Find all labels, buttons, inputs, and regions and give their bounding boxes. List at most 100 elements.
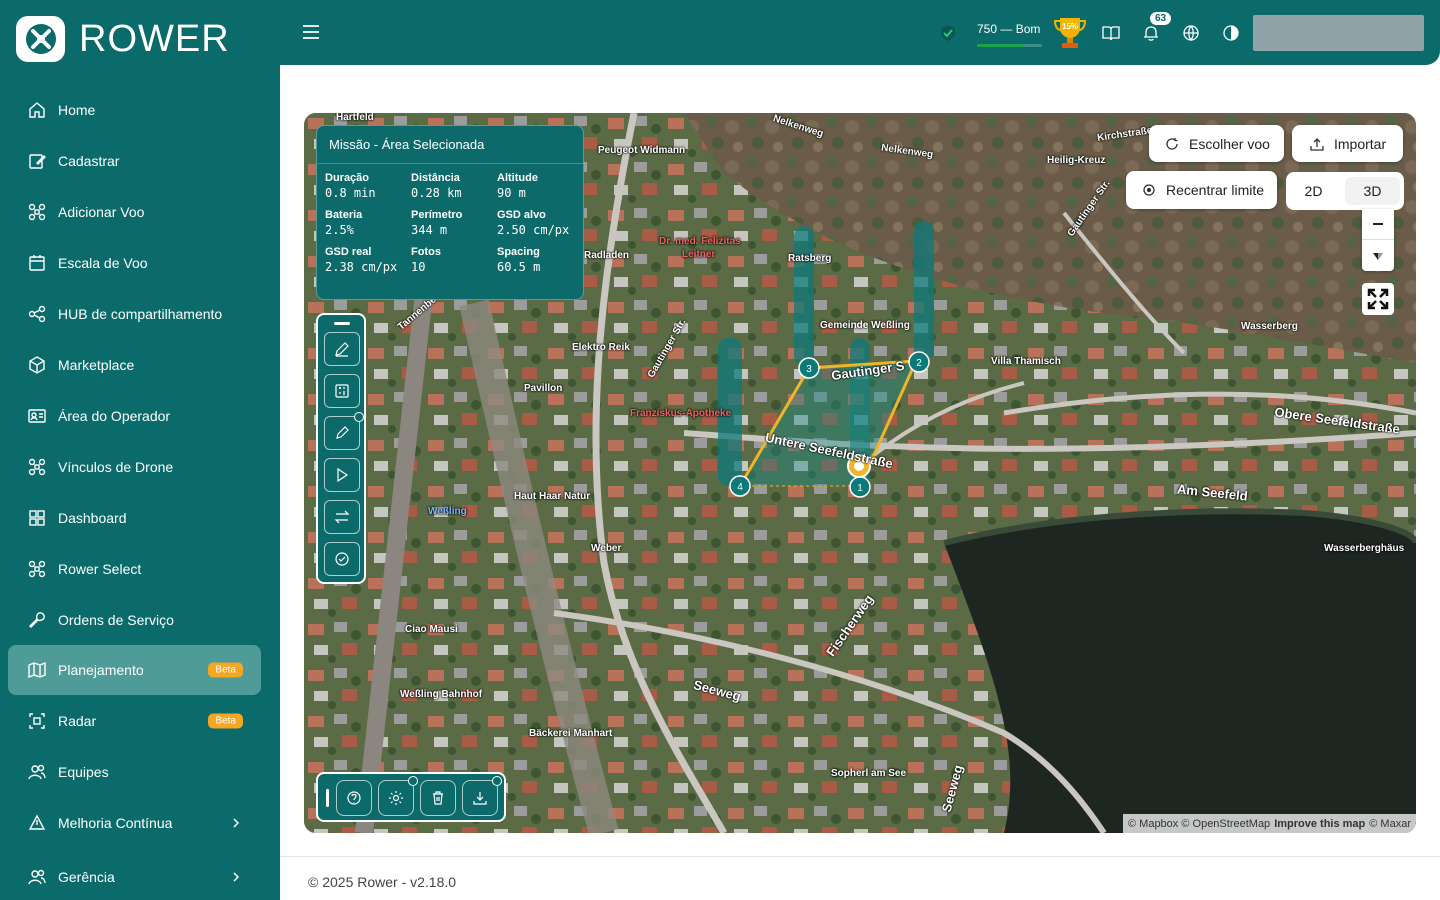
- stat-gsd-alvo: GSD alvo 2.50 cm/px: [497, 209, 587, 237]
- svg-text:4: 4: [737, 482, 743, 493]
- import-button[interactable]: Importar: [1292, 125, 1403, 162]
- sidebar-item-label: Cadastrar: [58, 152, 120, 169]
- menu-toggle-icon[interactable]: [302, 24, 320, 40]
- help-icon: [347, 791, 361, 805]
- waypoint-1[interactable]: 1: [849, 476, 871, 498]
- swap-tool-button[interactable]: [324, 500, 360, 534]
- map-label: Wasserberg: [1241, 321, 1298, 332]
- zoom-out-button[interactable]: [1362, 209, 1394, 240]
- brand-logo[interactable]: ROWER: [16, 15, 230, 63]
- verified-shield-icon[interactable]: [939, 24, 957, 42]
- sidebar-item-melhoria-continua[interactable]: Melhoria Contínua: [8, 797, 261, 848]
- confirm-tool-button[interactable]: [324, 542, 360, 576]
- map-label: Dr. med. Felizitas: [659, 236, 741, 247]
- sidebar-item-adicionar-voo[interactable]: Adicionar Voo: [8, 186, 261, 237]
- sidebar-item-radar[interactable]: Radar Beta: [8, 695, 261, 746]
- sidebar-item-marketplace[interactable]: Marketplace: [8, 339, 261, 390]
- osm-link[interactable]: © OpenStreetMap: [1181, 818, 1270, 830]
- page-footer: © 2025 Rower - v2.18.0: [280, 856, 1440, 900]
- map-label: Haut Haar Natur: [514, 491, 591, 502]
- stat-altitude: Altitude 90 m: [497, 172, 587, 200]
- choose-flight-button[interactable]: Escolher voo: [1149, 125, 1284, 162]
- waypoint-4[interactable]: 4: [729, 475, 751, 497]
- calculator-tool-button[interactable]: [324, 374, 360, 408]
- sidebar-item-area-operador[interactable]: Área do Operador: [8, 390, 261, 441]
- gear-icon: [389, 791, 403, 805]
- drag-handle[interactable]: [326, 789, 329, 807]
- fullscreen-button[interactable]: [1362, 283, 1394, 315]
- recenter-button[interactable]: Recentrar limite: [1126, 171, 1277, 209]
- sidebar-item-dashboard[interactable]: Dashboard: [8, 492, 261, 543]
- help-button[interactable]: [336, 780, 372, 816]
- drone-icon: [28, 560, 46, 578]
- mission-info-panel: Missão - Área Selecionada Duração 0.8 min…: [316, 125, 584, 300]
- sidebar-item-rower-select[interactable]: Rower Select: [8, 543, 261, 594]
- user-menu[interactable]: [1253, 15, 1424, 51]
- dashboard-icon: [28, 509, 46, 527]
- sidebar-item-home[interactable]: Home: [8, 84, 261, 135]
- pencil-icon: [335, 342, 349, 357]
- trash-icon: [433, 791, 443, 805]
- sidebar-item-gerencia[interactable]: Gerência: [8, 851, 261, 900]
- score-text[interactable]: 750 — Bom: [977, 22, 1040, 36]
- sidebar-item-label: Gerência: [58, 868, 115, 885]
- maxar-link[interactable]: © Maxar: [1369, 818, 1411, 830]
- trophy-label: 15%: [1062, 22, 1079, 31]
- stat-label: Bateria: [325, 209, 363, 221]
- recenter-label: Recentrar limite: [1166, 182, 1265, 198]
- sidebar-item-label: Área do Operador: [58, 407, 171, 424]
- drag-handle[interactable]: [334, 322, 350, 325]
- improve-icon: [28, 814, 46, 832]
- settings-button[interactable]: [378, 776, 418, 816]
- play-tool-button[interactable]: [324, 458, 360, 492]
- stat-value: 2.38 cm/px: [325, 260, 398, 274]
- book-icon[interactable]: [1102, 24, 1120, 42]
- map-label: Peugeot Widmann: [598, 145, 686, 156]
- sidebar-item-equipes[interactable]: Equipes: [8, 746, 261, 797]
- svg-text:2: 2: [916, 358, 922, 369]
- radar-icon: [28, 712, 46, 730]
- sidebar-item-label: Ordens de Serviço: [58, 611, 174, 628]
- delete-button[interactable]: [420, 780, 456, 816]
- compass-icon: [1373, 252, 1383, 260]
- drone-icon: [28, 203, 46, 221]
- map-icon: [28, 661, 46, 679]
- view-2d-button[interactable]: 2D: [1286, 183, 1341, 199]
- sidebar-item-escala-de-voo[interactable]: Escala de Voo: [8, 237, 261, 288]
- compass-button[interactable]: [1362, 240, 1394, 271]
- stat-label: Duração: [325, 172, 370, 184]
- edit-tool-button[interactable]: [324, 412, 364, 450]
- box-icon: [28, 355, 46, 374]
- stat-fotos: Fotos 10: [411, 246, 497, 274]
- sidebar-item-cadastrar[interactable]: Cadastrar: [8, 135, 261, 186]
- theme-toggle-icon[interactable]: [1222, 24, 1240, 42]
- sidebar-item-planejamento[interactable]: Planejamento Beta: [8, 645, 261, 695]
- globe-icon[interactable]: [1182, 24, 1200, 42]
- bell-icon[interactable]: [1142, 24, 1160, 42]
- map-label: Weßling: [428, 506, 467, 517]
- notification-count-badge: 63: [1149, 11, 1173, 26]
- download-button[interactable]: [462, 776, 502, 816]
- map-label: Wasserberghäus: [1324, 543, 1405, 554]
- mapbox-link[interactable]: © Mapbox: [1128, 818, 1178, 830]
- chevron-right-icon: [233, 871, 240, 882]
- zoom-controls: [1362, 209, 1394, 271]
- improve-map-link[interactable]: Improve this map: [1274, 818, 1365, 830]
- beta-badge: Beta: [208, 662, 243, 678]
- waypoint-3[interactable]: 3: [798, 357, 820, 379]
- sidebar-item-vinculos-drone[interactable]: Vínculos de Drone: [8, 441, 261, 492]
- trophy-icon[interactable]: 15%: [1050, 12, 1090, 52]
- mission-map[interactable]: 1 2 3 4 Hartfeld Nelkenweg Nelkenweg Kir…: [304, 113, 1416, 833]
- play-icon: [337, 467, 349, 483]
- sidebar-item-label: Radar: [58, 712, 97, 729]
- sidebar-item-hub[interactable]: HUB de compartilhamento: [8, 288, 261, 339]
- sidebar-item-ordens-servico[interactable]: Ordens de Serviço: [8, 594, 261, 645]
- draw-tool-button[interactable]: [324, 332, 360, 366]
- waypoint-2[interactable]: 2: [908, 351, 930, 373]
- download-icon: [473, 792, 487, 805]
- sidebar-item-label: Vínculos de Drone: [58, 458, 174, 475]
- rower-logo-icon: [16, 16, 65, 62]
- view-3d-button[interactable]: 3D: [1345, 177, 1400, 205]
- sidebar-item-label: Melhoria Contínua: [58, 814, 173, 831]
- drawing-toolbar: [316, 313, 366, 584]
